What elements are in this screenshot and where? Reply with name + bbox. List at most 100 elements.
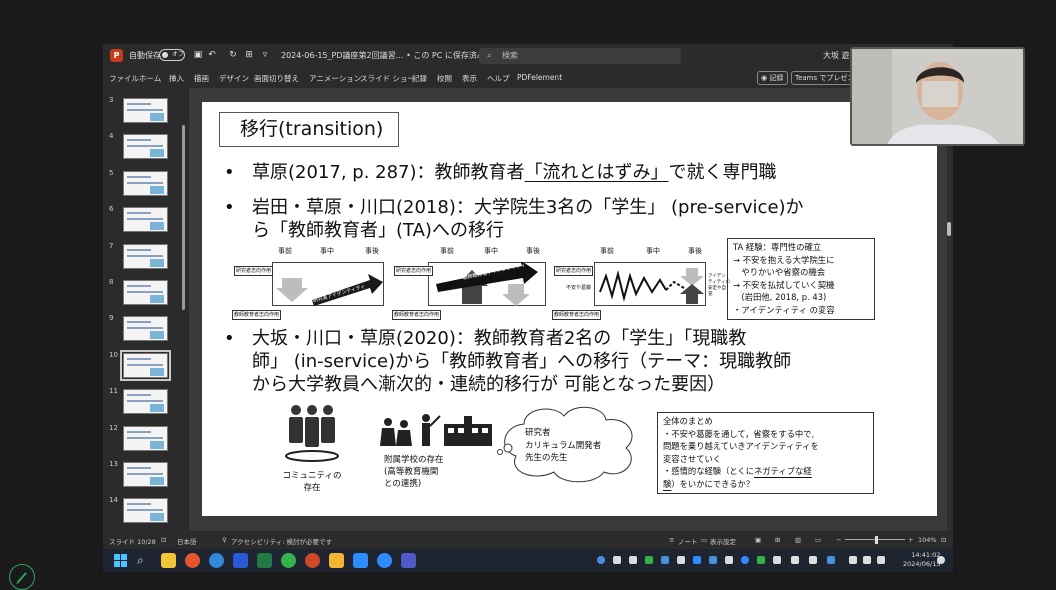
thumbnail-content [127, 248, 151, 251]
reading-view-icon[interactable]: ▥ [795, 536, 801, 544]
chrome-icon[interactable] [185, 553, 200, 568]
bullet-3-line-3[interactable]: から大学教員へ漸次的・連続的移行が 可能となった要因） [252, 373, 725, 396]
search-icon[interactable]: ⌕ [137, 553, 152, 568]
tab-record[interactable]: 記録 [412, 73, 427, 84]
slide-thumbnail[interactable] [123, 98, 168, 123]
notes-button[interactable]: ノート [678, 536, 698, 546]
notification-bell-icon[interactable] [937, 556, 945, 564]
mic-icon[interactable] [791, 556, 799, 564]
thumbnail-scroll-thumb[interactable] [182, 125, 185, 310]
present-icon[interactable]: ⊞ [244, 50, 254, 60]
tab-view[interactable]: 表示 [462, 73, 477, 84]
tab-home[interactable]: ホーム [139, 73, 161, 84]
slide-thumbnail[interactable] [123, 207, 168, 233]
bullet-3-line-1[interactable]: 大坂・川口・草原(2020)：教師教育者2名の「学生」「現職教 [252, 327, 746, 350]
slide-thumbnail[interactable] [123, 425, 168, 451]
customize-dropdown-icon[interactable]: ▿ [260, 50, 270, 60]
save-icon[interactable]: ▣ [193, 50, 203, 60]
tray-icon[interactable] [661, 556, 669, 564]
user-name[interactable]: 大坂 遊 [823, 50, 850, 61]
slide-thumbnail[interactable] [120, 349, 171, 381]
tray-icon[interactable] [827, 556, 835, 564]
tab-animations[interactable]: アニメーション [309, 73, 361, 84]
slide-thumbnail[interactable] [123, 498, 168, 524]
zoom-slider-knob[interactable] [875, 536, 878, 544]
record-button[interactable]: ◉ 記録 [757, 71, 788, 85]
search-box[interactable]: ⌕ 検索 [479, 48, 681, 64]
autosave-toggle[interactable]: オフ [159, 49, 185, 61]
zoom-app-icon[interactable] [353, 553, 368, 568]
webcam-overlay[interactable] [850, 47, 1025, 146]
editor-scroll-thumb[interactable] [947, 222, 951, 236]
accessibility-status[interactable]: アクセシビリティ: 検討が必要です [231, 536, 332, 546]
system-clock[interactable]: 14:41:02 2024/06/15 [903, 551, 940, 569]
bullet-2-line-2[interactable]: ら「教師教育者」(TA)への移行 [252, 219, 504, 242]
tab-pdfelement[interactable]: PDFelement [517, 73, 562, 82]
zoom-level[interactable]: 104% [918, 536, 937, 544]
slide-thumbnail[interactable] [123, 134, 168, 160]
zoom-in-icon[interactable]: + [908, 536, 913, 544]
tab-slideshow[interactable]: スライド ショー [360, 73, 415, 84]
slide-thumbnail[interactable] [123, 389, 168, 415]
editor-scrollbar[interactable] [947, 88, 951, 531]
wifi-icon[interactable] [849, 556, 857, 564]
slide-thumbnail[interactable] [123, 170, 168, 196]
ta-experience-box[interactable]: TA 経験：専門性の確立 → 不安を抱える大学院生に やりかいや省察の機会 → … [727, 238, 875, 320]
tab-review[interactable]: 校閲 [437, 73, 452, 84]
bluetooth-icon[interactable] [741, 556, 749, 564]
excel-icon[interactable] [257, 553, 272, 568]
tab-help[interactable]: ヘルプ [487, 73, 510, 84]
tray-icon[interactable] [693, 556, 701, 564]
thumbnail-content [127, 291, 163, 293]
tray-icon[interactable] [645, 556, 653, 564]
slide-sorter-icon[interactable]: ⊞ [775, 536, 780, 544]
file-name[interactable]: 2024-06-15_PD議座第2回議習… • この PC に保存済み ∨ [281, 50, 493, 61]
undo-icon[interactable]: ↶ [207, 50, 217, 60]
tab-insert[interactable]: 挿入 [169, 73, 184, 84]
tab-file[interactable]: ファイル [109, 73, 139, 84]
sticky-notes-icon[interactable] [329, 553, 344, 568]
bullet-2-line-1[interactable]: 岩田・草原・川口(2018)：大学院生3名の「学生」 (pre-service)… [252, 196, 804, 219]
slide-thumbnail[interactable] [123, 316, 168, 342]
tab-transitions[interactable]: 画面切り替え [254, 73, 299, 84]
tray-icon[interactable] [709, 556, 717, 564]
slideshow-icon[interactable]: ▭ [815, 536, 821, 544]
display-settings-button[interactable]: 表示設定 [710, 536, 736, 546]
tray-icon[interactable] [597, 556, 605, 564]
fit-slide-icon[interactable]: ⊡ [941, 536, 946, 544]
tab-draw[interactable]: 描画 [194, 73, 209, 84]
pen-tool-button[interactable] [9, 564, 35, 590]
slide-thumbnail[interactable] [123, 280, 168, 305]
slide-thumbnail[interactable] [123, 243, 168, 269]
teams-icon[interactable] [401, 553, 416, 568]
zoom-out-icon[interactable]: − [836, 536, 841, 544]
bullet-3-line-2[interactable]: 師」 (in-service)から「教師教育者」への移行（テーマ：現職教師 [252, 350, 791, 373]
redo-icon[interactable]: ↻ [228, 50, 238, 60]
slide-title[interactable]: 移行(transition) [219, 112, 399, 147]
battery-icon[interactable] [877, 556, 885, 564]
tray-icon[interactable] [613, 556, 621, 564]
volume-icon[interactable] [863, 556, 871, 564]
slide-thumbnail[interactable] [123, 462, 168, 487]
tray-icon[interactable] [757, 556, 765, 564]
word-icon[interactable] [233, 553, 248, 568]
ime-icon[interactable] [809, 556, 817, 564]
thumbnail-scrollbar[interactable] [181, 90, 186, 529]
slide-canvas[interactable]: 移行(transition) • 草原(2017, p. 287)：教師教育者「… [202, 102, 937, 516]
summary-box[interactable]: 全体のまとめ ・不安や葛藤を通して，省察をする中で, 問題を乗り越えていきアイデ… [657, 412, 874, 494]
language-label[interactable]: 日本語 [177, 536, 197, 546]
tray-icon[interactable] [773, 556, 781, 564]
line-icon[interactable] [281, 553, 296, 568]
edge-icon[interactable] [209, 553, 224, 568]
tray-icon[interactable] [725, 556, 733, 564]
tray-icon[interactable] [629, 556, 637, 564]
tray-icon[interactable] [677, 556, 685, 564]
windows-start-icon[interactable] [113, 553, 128, 568]
tab-design[interactable]: デザイン [219, 73, 249, 84]
file-explorer-icon[interactable] [161, 553, 176, 568]
spellcheck-icon[interactable]: ⊡ [161, 536, 166, 544]
messaging-icon[interactable] [377, 553, 392, 568]
powerpoint-icon[interactable] [305, 553, 320, 568]
bullet-1[interactable]: 草原(2017, p. 287)：教師教育者「流れとはずみ」で就く専門職 [252, 161, 777, 184]
normal-view-icon[interactable]: ▣ [755, 536, 761, 544]
